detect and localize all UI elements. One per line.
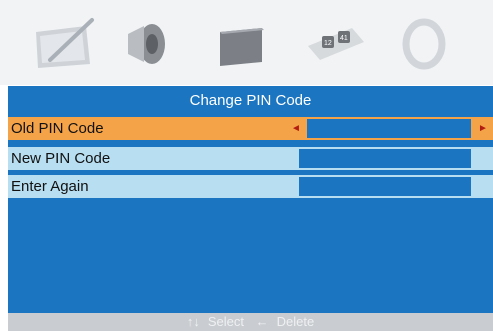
time-icon[interactable]: 12 41 <box>300 14 372 72</box>
old-pin-label: Old PIN Code <box>11 120 104 137</box>
change-pin-panel: Change PIN Code Old PIN Code ◄ ► New PIN… <box>8 86 493 313</box>
new-pin-label: New PIN Code <box>11 150 111 167</box>
delete-arrow-icon: ← <box>255 314 269 329</box>
footer-hint: ↑↓ Select ← Delete <box>8 313 493 331</box>
svg-text:12: 12 <box>324 40 332 47</box>
new-pin-row[interactable]: New PIN Code <box>8 147 493 170</box>
arrow-right-icon[interactable]: ► <box>478 117 488 140</box>
enter-again-field[interactable] <box>299 177 471 196</box>
screen-icon[interactable] <box>210 14 272 72</box>
old-pin-field[interactable] <box>307 119 471 138</box>
sound-icon[interactable] <box>118 14 174 72</box>
picture-icon[interactable] <box>30 14 102 72</box>
enter-again-label: Enter Again <box>11 178 89 195</box>
select-arrows-icon: ↑↓ <box>186 314 200 329</box>
select-hint: Select <box>207 314 244 329</box>
delete-hint: Delete <box>276 314 315 329</box>
new-pin-field[interactable] <box>299 149 471 168</box>
old-pin-row[interactable]: Old PIN Code ◄ ► <box>8 117 493 140</box>
enter-again-row[interactable]: Enter Again <box>8 175 493 198</box>
menu-icon-bar: 12 41 <box>0 0 493 85</box>
setup-icon[interactable] <box>394 14 454 72</box>
svg-text:41: 41 <box>340 35 348 42</box>
panel-title: Change PIN Code <box>189 92 312 109</box>
arrow-left-icon[interactable]: ◄ <box>291 117 301 140</box>
